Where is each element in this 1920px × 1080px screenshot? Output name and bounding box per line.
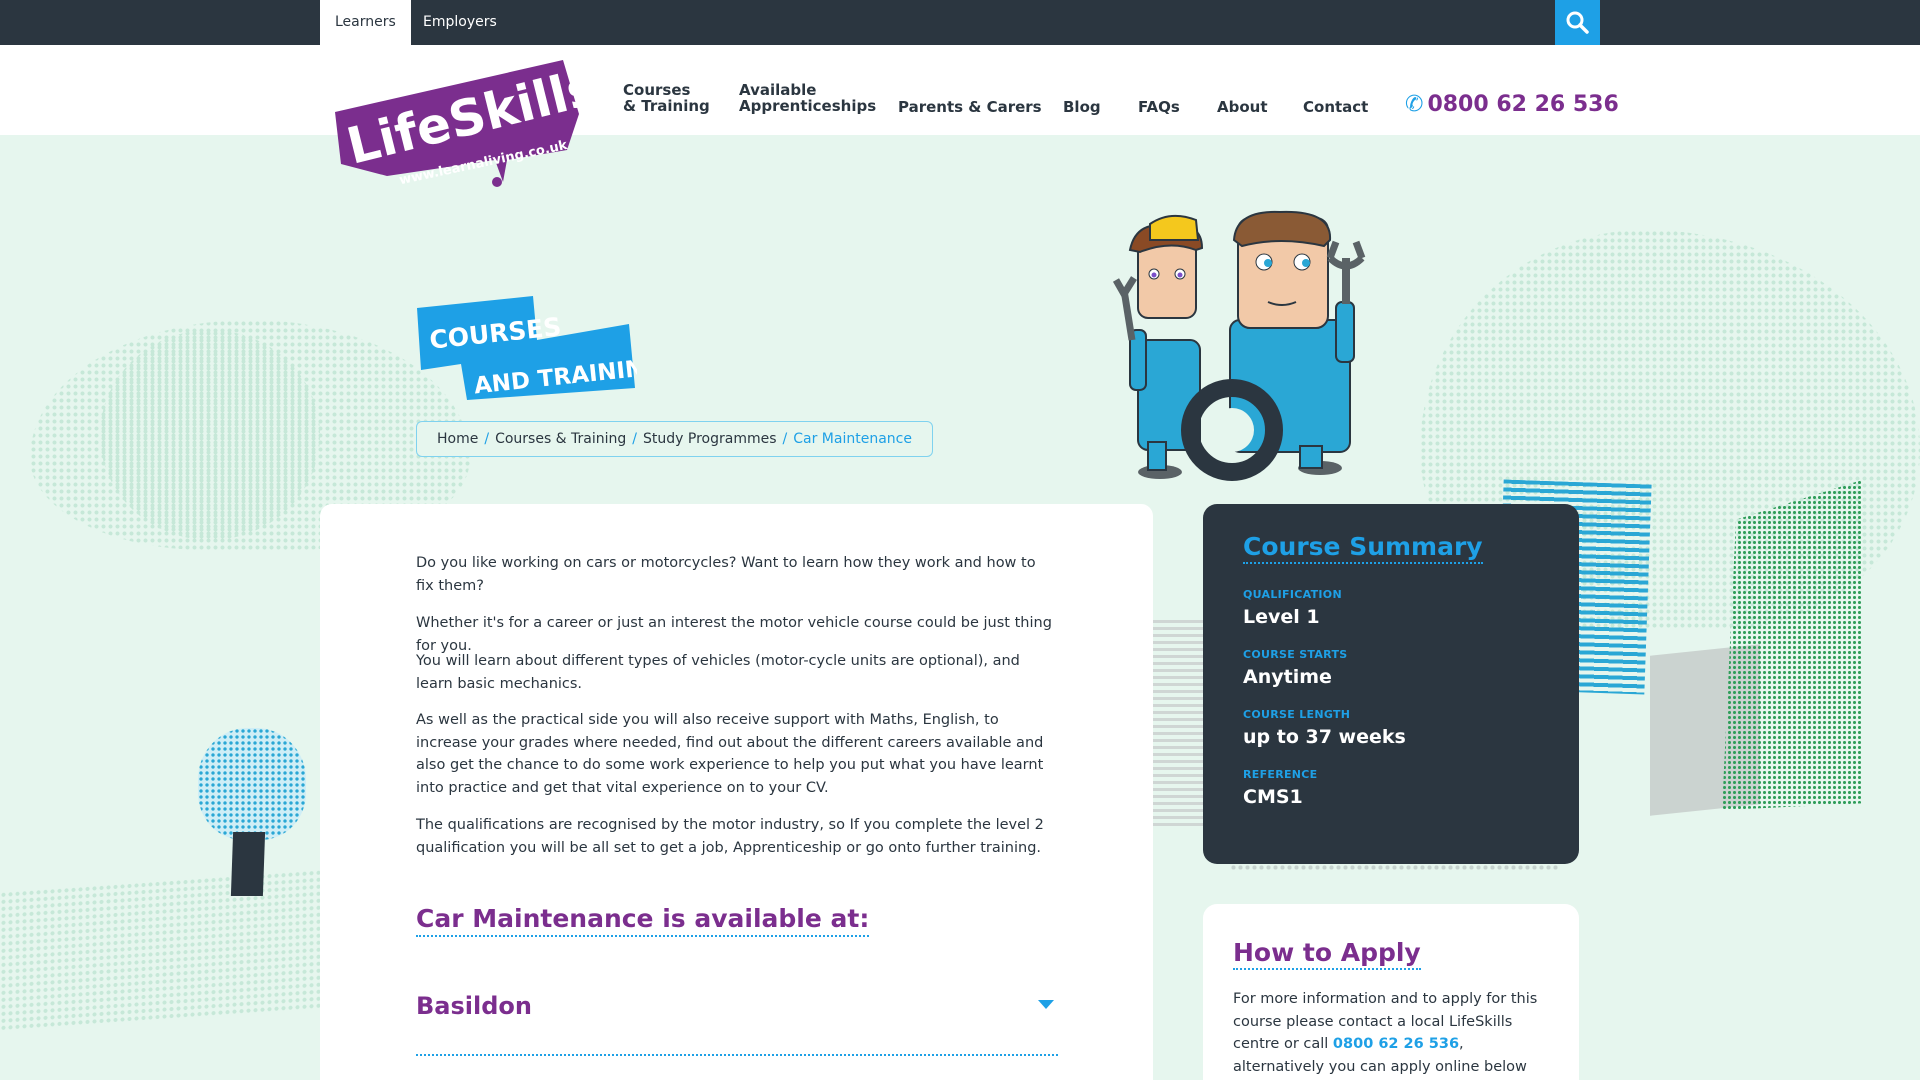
top-bar: Learners Employers: [0, 0, 1920, 45]
nav-contact[interactable]: Contact: [1303, 99, 1368, 115]
nav-courses-training[interactable]: Courses & Training: [623, 82, 710, 114]
summary-label-reference: REFERENCE: [1243, 768, 1318, 781]
tab-employers[interactable]: Employers: [408, 0, 512, 45]
apply-phone-link[interactable]: 0800 62 26 536: [1333, 1036, 1459, 1052]
mechanics-illustration: [1112, 210, 1366, 481]
breadcrumb-study-programmes[interactable]: Study Programmes: [643, 431, 777, 447]
header-phone-number: 0800 62 26 536: [1427, 92, 1619, 117]
search-button[interactable]: [1555, 0, 1600, 45]
search-icon: [1566, 11, 1589, 34]
background-ground: [0, 868, 330, 1032]
course-summary-title: Course Summary: [1243, 532, 1483, 564]
summary-value-qualification: Level 1: [1243, 606, 1320, 628]
location-accordion-basildon[interactable]: Basildon: [416, 982, 1058, 1056]
summary-label-course-length: COURSE LENGTH: [1243, 708, 1351, 721]
header-phone-link[interactable]: ✆ 0800 62 26 536: [1405, 92, 1619, 117]
site-header: [0, 45, 1920, 135]
nav-courses-line1: Courses: [623, 81, 691, 99]
courses-training-badge: COURSES AND TRAINING: [417, 296, 637, 400]
tree-illustration: [198, 728, 306, 840]
nav-appr-line2: Apprenticeships: [739, 97, 877, 115]
breadcrumb: Home / Courses & Training / Study Programmes…: [416, 421, 933, 457]
nav-courses-line2: & Training: [623, 97, 710, 115]
tree-trunk: [230, 832, 266, 896]
phone-icon: ✆: [1405, 92, 1424, 117]
breadcrumb-home[interactable]: Home: [437, 431, 478, 447]
description-paragraph: As well as the practical side you will a…: [416, 712, 1044, 796]
breadcrumb-separator: /: [782, 431, 788, 447]
course-summary-panel: Course Summary QUALIFICATION Level 1 COU…: [1203, 504, 1579, 864]
description-paragraph: The qualifications are recognised by the…: [416, 817, 1044, 856]
how-to-apply-text: For more information and to apply for th…: [1233, 988, 1551, 1080]
chevron-down-icon[interactable]: [1038, 1000, 1054, 1009]
how-to-apply-panel: How to Apply For more information and to…: [1203, 904, 1579, 1080]
summary-label-qualification: QUALIFICATION: [1243, 588, 1342, 601]
nav-faqs[interactable]: FAQs: [1138, 99, 1180, 115]
summary-shadow-dots: [1230, 864, 1560, 872]
how-to-apply-title: How to Apply: [1233, 938, 1421, 970]
tab-learners[interactable]: Learners: [320, 0, 411, 45]
summary-label-course-starts: COURSE STARTS: [1243, 648, 1348, 661]
nav-about[interactable]: About: [1217, 99, 1268, 115]
summary-value-reference: CMS1: [1243, 786, 1303, 808]
description-paragraph: You will learn about different types of …: [416, 653, 1020, 692]
breadcrumb-current: Car Maintenance: [793, 431, 912, 447]
nav-parents-carers[interactable]: Parents & Carers: [898, 99, 1042, 115]
nav-blog[interactable]: Blog: [1063, 99, 1101, 115]
description-paragraph: Do you like working on cars or motorcycl…: [416, 555, 1036, 594]
background-cloud-left-puff: [100, 330, 320, 540]
lifeskills-logo[interactable]: LifeSkills www.learnaliving.co.uk: [327, 52, 587, 192]
breadcrumb-separator: /: [632, 431, 638, 447]
location-name: Basildon: [416, 992, 532, 1020]
course-description-card: Do you like working on cars or motorcycl…: [320, 504, 1153, 1080]
nav-appr-line1: Available: [739, 81, 817, 99]
summary-value-course-length: up to 37 weeks: [1243, 726, 1406, 748]
availability-heading: Car Maintenance is available at:: [416, 904, 870, 937]
summary-value-course-starts: Anytime: [1243, 666, 1332, 688]
background-block-green: [1722, 480, 1862, 810]
nav-apprenticeships[interactable]: Available Apprenticeships: [739, 82, 876, 114]
breadcrumb-courses-training[interactable]: Courses & Training: [495, 431, 626, 447]
breadcrumb-separator: /: [484, 431, 490, 447]
